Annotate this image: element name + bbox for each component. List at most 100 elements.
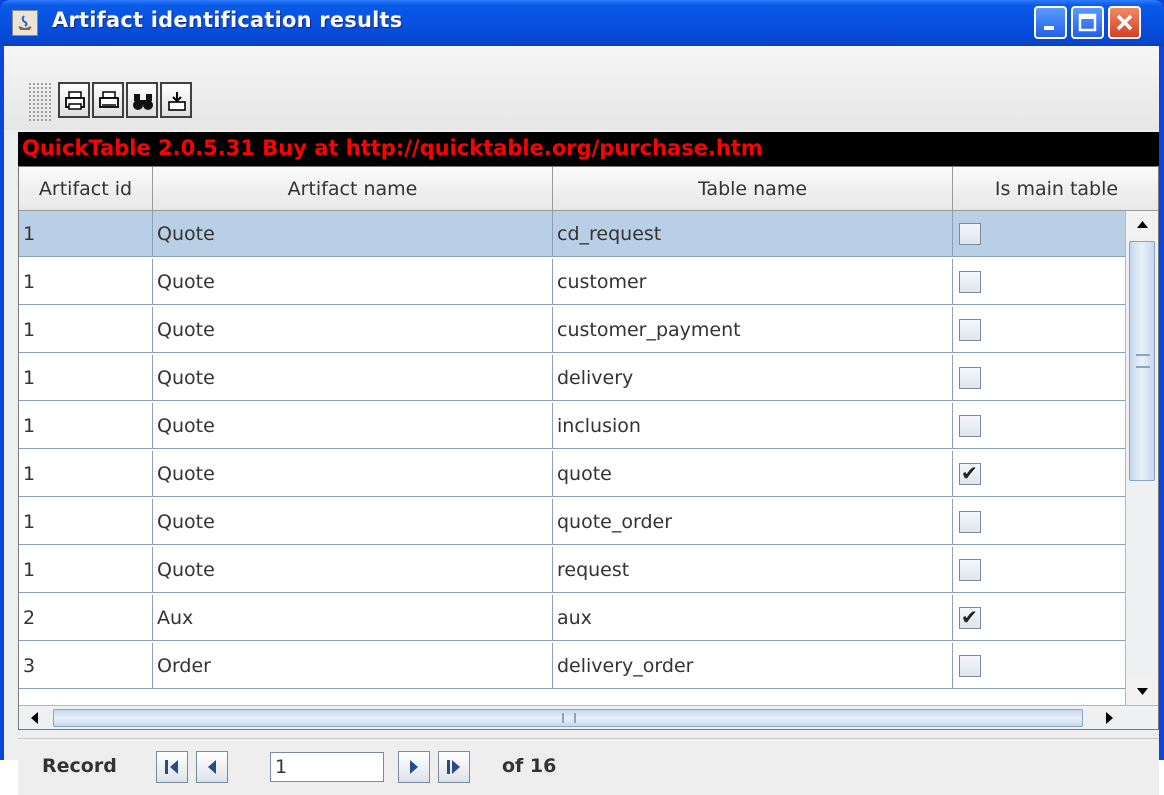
next-record-button[interactable] [398,751,430,783]
is-main-table-checkbox[interactable] [959,223,981,245]
maximize-button[interactable] [1071,6,1104,39]
previous-record-button[interactable] [196,751,228,783]
minimize-button[interactable] [1034,6,1067,39]
table-row[interactable]: 1 Quote quote ✔ [19,451,1125,497]
previous-icon [208,760,216,774]
artifact-name-cell[interactable]: Quote [153,259,553,305]
column-header-table-name[interactable]: Table name [553,167,953,211]
is-main-table-cell [953,499,1125,545]
artifact-name-cell[interactable]: Order [153,643,553,689]
artifact-name-cell[interactable]: Quote [153,307,553,353]
is-main-table-checkbox[interactable] [959,559,981,581]
window-title: Artifact identification results [52,8,403,32]
app-window: Artifact identification results QuickTab… [0,0,1164,795]
table-row[interactable]: 1 Quote delivery [19,355,1125,401]
binoculars-icon [133,94,153,110]
vertical-scroll-thumb[interactable] [1129,241,1155,481]
is-main-table-cell [953,307,1125,353]
table-name-cell[interactable]: aux [553,595,953,641]
is-main-table-checkbox[interactable] [959,655,981,677]
arrow-down-icon [1137,688,1148,695]
arrow-right-icon [1106,712,1113,724]
close-icon [1116,14,1133,31]
is-main-table-checkbox[interactable] [959,319,981,341]
artifact-name-cell[interactable]: Quote [153,547,553,593]
record-total-label: of 16 [502,755,557,777]
next-icon [410,760,418,774]
artifact-id-cell[interactable]: 1 [19,403,153,449]
export-icon [168,92,186,111]
export-button[interactable] [160,82,192,118]
table-row[interactable]: 1 Quote cd_request [19,211,1125,257]
find-button[interactable] [126,82,158,118]
table-row[interactable]: 1 Quote customer_payment [19,307,1125,353]
table-row[interactable]: 1 Quote request [19,547,1125,593]
artifact-id-cell[interactable]: 1 [19,547,153,593]
is-main-table-checkbox[interactable] [959,271,981,293]
is-main-table-cell [953,643,1125,689]
artifact-id-cell[interactable]: 2 [19,595,153,641]
print-preview-button[interactable] [92,82,124,118]
maximize-icon [1078,13,1097,32]
arrow-left-icon [31,712,38,724]
is-main-table-checkbox[interactable]: ✔ [959,605,981,629]
scroll-left-button[interactable] [21,706,49,729]
artifact-id-cell[interactable]: 1 [19,259,153,305]
is-main-table-checkbox[interactable] [959,511,981,533]
table-name-cell[interactable]: quote_order [553,499,953,545]
first-record-button[interactable] [156,751,188,783]
is-main-table-cell [953,211,1125,257]
artifact-id-cell[interactable]: 1 [19,499,153,545]
table-name-cell[interactable]: cd_request [553,211,953,257]
artifact-id-cell[interactable]: 1 [19,211,153,257]
scroll-right-button[interactable] [1095,706,1123,729]
artifact-name-cell[interactable]: Quote [153,403,553,449]
artifact-id-cell[interactable]: 1 [19,451,153,497]
scroll-up-button[interactable] [1126,211,1158,239]
table-row[interactable]: 1 Quote quote_order [19,499,1125,545]
scroll-down-button[interactable] [1126,677,1158,705]
artifact-id-cell[interactable]: 3 [19,643,153,689]
is-main-table-checkbox[interactable] [959,415,981,437]
table-name-cell[interactable]: delivery [553,355,953,401]
print-button[interactable] [58,82,90,118]
table-name-cell[interactable]: customer_payment [553,307,953,353]
table-row[interactable]: 1 Quote inclusion [19,403,1125,449]
artifact-name-cell[interactable]: Quote [153,451,553,497]
column-header-is-main-table[interactable]: Is main table [953,167,1158,211]
window-content: QuickTable 2.0.5.31 Buy at http://quickt… [4,46,1159,795]
column-header-artifact-id[interactable]: Artifact id [19,167,153,211]
is-main-table-checkbox[interactable]: ✔ [959,461,981,485]
is-main-table-checkbox[interactable] [959,367,981,389]
is-main-table-cell [953,355,1125,401]
column-header-artifact-name[interactable]: Artifact name [153,167,553,211]
table-row[interactable]: 1 Quote customer [19,259,1125,305]
java-app-icon [12,10,38,36]
print-icon [65,91,85,110]
toolbar [4,46,1159,130]
artifact-name-cell[interactable]: Quote [153,355,553,401]
table-name-cell[interactable]: customer [553,259,953,305]
horizontal-scroll-thumb[interactable] [53,709,1083,727]
checkmark-icon: ✔ [961,461,978,485]
record-number-input[interactable] [270,752,384,782]
vertical-scrollbar[interactable] [1125,211,1158,705]
table-name-cell[interactable]: request [553,547,953,593]
table-row[interactable]: 2 Aux aux ✔ [19,595,1125,641]
title-bar[interactable]: Artifact identification results [0,0,1164,46]
artifact-id-cell[interactable]: 1 [19,307,153,353]
close-button[interactable] [1108,6,1141,39]
table-name-cell[interactable]: quote [553,451,953,497]
horizontal-scrollbar[interactable] [19,705,1158,729]
last-record-button[interactable] [438,751,470,783]
artifact-name-cell[interactable]: Aux [153,595,553,641]
artifact-name-cell[interactable]: Quote [153,211,553,257]
checkmark-icon: ✔ [961,605,978,629]
toolbar-drag-handle[interactable] [28,82,52,122]
is-main-table-cell [953,403,1125,449]
table-name-cell[interactable]: delivery_order [553,643,953,689]
artifact-name-cell[interactable]: Quote [153,499,553,545]
table-row[interactable]: 3 Order delivery_order [19,643,1125,689]
artifact-id-cell[interactable]: 1 [19,355,153,401]
table-name-cell[interactable]: inclusion [553,403,953,449]
